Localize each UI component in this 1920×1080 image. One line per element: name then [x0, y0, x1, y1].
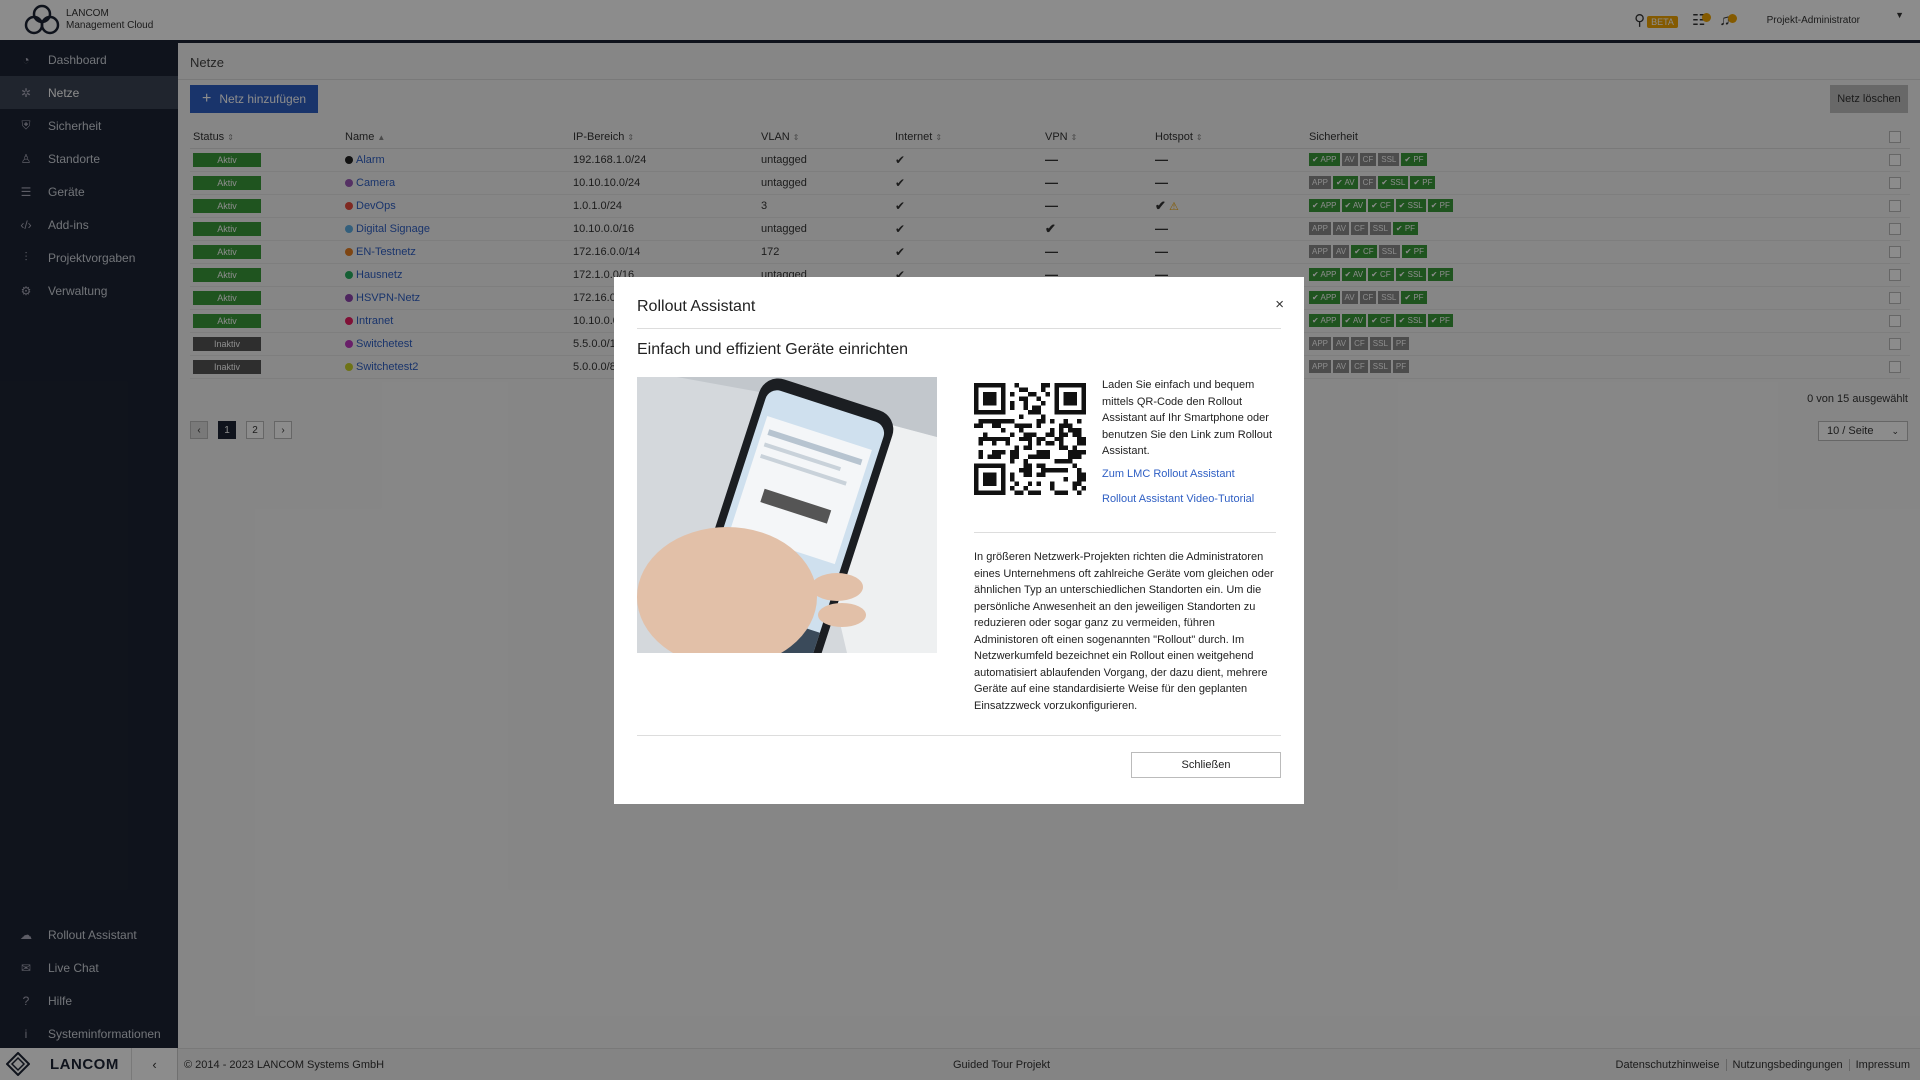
dialog-title: Rollout Assistant — [637, 298, 756, 315]
video-tutorial-link[interactable]: Rollout Assistant Video-Tutorial — [1102, 493, 1254, 505]
close-button[interactable]: Schließen — [1131, 752, 1281, 778]
divider — [974, 532, 1276, 533]
rollout-assistant-dialog: Rollout Assistant × Einfach und effizien… — [614, 277, 1304, 804]
divider — [637, 735, 1281, 736]
lmc-rollout-assistant-link[interactable]: Zum LMC Rollout Assistant — [1102, 468, 1235, 480]
qr-description: Laden Sie einfach und bequem mittels QR-… — [1102, 379, 1272, 457]
rollout-description: In größeren Netzwerk-Projekten richten d… — [974, 551, 1274, 712]
dialog-subtitle: Einfach und effizient Geräte einrichten — [637, 341, 908, 358]
phone-illustration — [637, 377, 937, 653]
smartphone-photo — [637, 377, 937, 653]
divider — [637, 328, 1281, 329]
qr-code[interactable] — [974, 377, 1086, 501]
close-icon[interactable]: × — [1275, 296, 1284, 313]
